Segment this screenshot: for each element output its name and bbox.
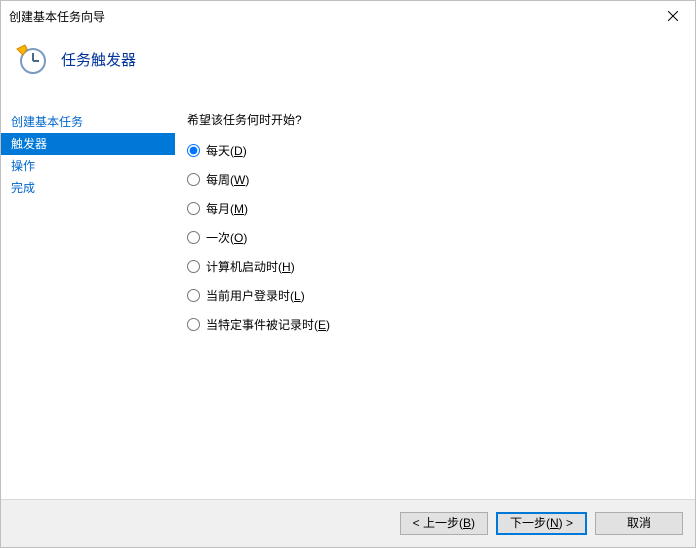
trigger-prompt: 希望该任务何时开始?: [187, 111, 683, 128]
wizard-header: 任务触发器: [1, 31, 695, 87]
option-event-logged-label[interactable]: 当特定事件被记录时(E): [206, 316, 330, 333]
option-monthly[interactable]: 每月(M): [187, 200, 683, 217]
back-button[interactable]: < 上一步(B): [400, 512, 488, 535]
wizard-heading: 任务触发器: [61, 49, 136, 70]
wizard-footer: < 上一步(B) 下一步(N) > 取消: [1, 499, 695, 547]
option-user-logon-label[interactable]: 当前用户登录时(L): [206, 287, 305, 304]
wizard-body: 创建基本任务 触发器 操作 完成 希望该任务何时开始? 每天(D) 每周(W) …: [1, 87, 695, 499]
radio-weekly[interactable]: [187, 173, 200, 186]
radio-daily[interactable]: [187, 144, 200, 157]
trigger-options: 每天(D) 每周(W) 每月(M) 一次(O) 计算机启动时(H): [187, 142, 683, 333]
option-daily-label[interactable]: 每天(D): [206, 142, 247, 159]
option-monthly-label[interactable]: 每月(M): [206, 200, 248, 217]
titlebar: 创建基本任务向导: [1, 1, 695, 31]
option-weekly-label[interactable]: 每周(W): [206, 171, 249, 188]
option-weekly[interactable]: 每周(W): [187, 171, 683, 188]
next-button[interactable]: 下一步(N) >: [496, 512, 587, 535]
radio-monthly[interactable]: [187, 202, 200, 215]
cancel-button[interactable]: 取消: [595, 512, 683, 535]
clock-icon: [15, 43, 47, 75]
option-event-logged[interactable]: 当特定事件被记录时(E): [187, 316, 683, 333]
wizard-content: 希望该任务何时开始? 每天(D) 每周(W) 每月(M) 一次(O): [175, 87, 695, 499]
sidebar-step-action[interactable]: 操作: [1, 155, 175, 177]
wizard-window: 创建基本任务向导 任务触发器 创建基本任务 触发器 操作 完成: [0, 0, 696, 548]
wizard-sidebar: 创建基本任务 触发器 操作 完成: [1, 87, 175, 499]
option-daily[interactable]: 每天(D): [187, 142, 683, 159]
sidebar-step-create-basic-task[interactable]: 创建基本任务: [1, 111, 175, 133]
radio-event-logged[interactable]: [187, 318, 200, 331]
sidebar-step-finish[interactable]: 完成: [1, 177, 175, 199]
option-computer-start[interactable]: 计算机启动时(H): [187, 258, 683, 275]
radio-computer-start[interactable]: [187, 260, 200, 273]
option-computer-start-label[interactable]: 计算机启动时(H): [206, 258, 295, 275]
option-once-label[interactable]: 一次(O): [206, 229, 247, 246]
close-icon: [668, 11, 678, 21]
close-button[interactable]: [650, 1, 695, 31]
radio-once[interactable]: [187, 231, 200, 244]
option-user-logon[interactable]: 当前用户登录时(L): [187, 287, 683, 304]
sidebar-step-trigger[interactable]: 触发器: [1, 133, 175, 155]
option-once[interactable]: 一次(O): [187, 229, 683, 246]
radio-user-logon[interactable]: [187, 289, 200, 302]
window-title: 创建基本任务向导: [9, 8, 105, 25]
